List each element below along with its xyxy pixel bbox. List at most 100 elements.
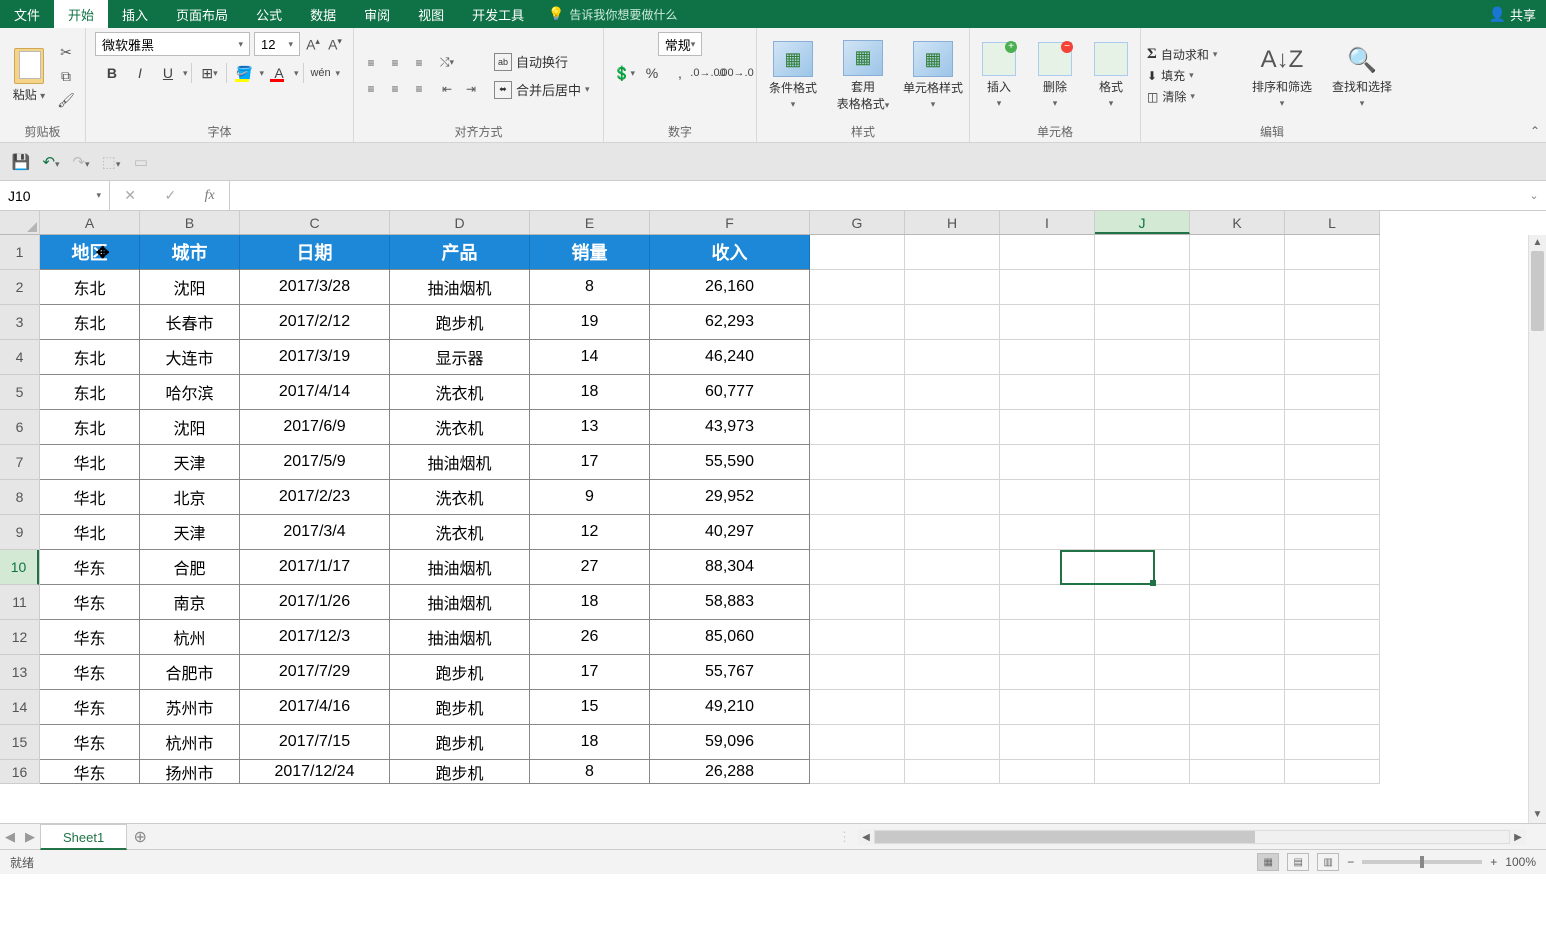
row-header[interactable]: 1 [0, 235, 39, 270]
decrease-font-button[interactable]: A▾ [326, 36, 344, 53]
add-sheet-button[interactable]: ⊕ [127, 827, 153, 847]
cell[interactable] [810, 620, 905, 655]
cell[interactable] [1285, 445, 1380, 480]
cell[interactable]: 2017/1/26 [240, 585, 390, 620]
zoom-out-button[interactable]: − [1347, 855, 1354, 869]
align-left-button[interactable]: ≡ [360, 79, 382, 99]
cell[interactable] [1000, 305, 1095, 340]
font-color-button[interactable]: A [266, 62, 292, 84]
cell[interactable] [810, 305, 905, 340]
cell[interactable] [1000, 690, 1095, 725]
conditional-format-button[interactable]: ▦ 条件格式▾ [763, 41, 823, 110]
cell[interactable]: 2017/4/16 [240, 690, 390, 725]
cell[interactable]: 东北 [40, 305, 140, 340]
row-header[interactable]: 16 [0, 760, 39, 784]
cell[interactable]: 沈阳 [140, 410, 240, 445]
cell[interactable] [810, 515, 905, 550]
currency-button[interactable]: 💲▾ [611, 62, 637, 84]
increase-font-button[interactable]: A▴ [304, 36, 322, 53]
cell[interactable] [1285, 585, 1380, 620]
cell[interactable]: 洗衣机 [390, 410, 530, 445]
cell[interactable]: 58,883 [650, 585, 810, 620]
cell[interactable]: 华北 [40, 445, 140, 480]
cell[interactable] [905, 235, 1000, 270]
cell[interactable] [905, 340, 1000, 375]
cell[interactable]: 2017/3/4 [240, 515, 390, 550]
cell[interactable]: 15 [530, 690, 650, 725]
sheet-nav-prev[interactable]: ◀ [0, 829, 20, 845]
cell[interactable] [905, 305, 1000, 340]
cell[interactable] [1285, 235, 1380, 270]
column-header[interactable]: I [1000, 211, 1095, 234]
tell-me-search[interactable]: 💡 告诉我你想要做什么 [548, 0, 677, 28]
cell[interactable]: 城市 [140, 235, 240, 270]
cell[interactable] [1095, 270, 1190, 305]
cell-grid[interactable]: 地区城市日期产品销量收入东北沈阳2017/3/28抽油烟机826,160东北长春… [40, 235, 1380, 784]
column-header[interactable]: D [390, 211, 530, 234]
cell[interactable]: 洗衣机 [390, 480, 530, 515]
cell[interactable] [1285, 690, 1380, 725]
cell[interactable]: 2017/2/23 [240, 480, 390, 515]
row-header[interactable]: 7 [0, 445, 39, 480]
cell[interactable] [1285, 305, 1380, 340]
cell[interactable]: 2017/1/17 [240, 550, 390, 585]
scrollbar-thumb[interactable] [1531, 251, 1544, 331]
cell[interactable] [810, 655, 905, 690]
cell[interactable] [905, 375, 1000, 410]
menu-tab-开发工具[interactable]: 开发工具 [458, 0, 538, 28]
bold-button[interactable]: B [99, 62, 125, 84]
cell[interactable]: 华东 [40, 585, 140, 620]
column-header[interactable]: J [1095, 211, 1190, 234]
cell[interactable]: 26 [530, 620, 650, 655]
font-name-select[interactable]: 微软雅黑 ▾ [95, 32, 250, 56]
zoom-value[interactable]: 100% [1505, 855, 1536, 869]
column-header[interactable]: G [810, 211, 905, 234]
cell[interactable] [905, 725, 1000, 760]
cell[interactable] [810, 235, 905, 270]
scroll-up-icon[interactable]: ▲ [1529, 235, 1546, 251]
cell[interactable] [1000, 550, 1095, 585]
cell[interactable] [1285, 725, 1380, 760]
orientation-button[interactable]: ⤭▾ [436, 53, 458, 73]
cell[interactable]: 华东 [40, 760, 140, 784]
cell[interactable] [1190, 620, 1285, 655]
insert-cells-button[interactable]: + 插入▾ [976, 42, 1022, 109]
cell[interactable] [1190, 655, 1285, 690]
cell[interactable]: 2017/2/12 [240, 305, 390, 340]
row-header[interactable]: 15 [0, 725, 39, 760]
align-right-button[interactable]: ≡ [408, 79, 430, 99]
column-header[interactable]: B [140, 211, 240, 234]
cell[interactable]: 17 [530, 655, 650, 690]
cell[interactable] [1000, 340, 1095, 375]
cell[interactable]: 27 [530, 550, 650, 585]
row-header[interactable]: 6 [0, 410, 39, 445]
cell[interactable] [1190, 550, 1285, 585]
page-break-view-button[interactable]: ▥ [1317, 853, 1339, 871]
cell[interactable]: 17 [530, 445, 650, 480]
cell[interactable] [1095, 340, 1190, 375]
number-format-select[interactable]: 常规 ▾ [658, 32, 703, 56]
menu-tab-公式[interactable]: 公式 [242, 0, 296, 28]
cell[interactable]: 抽油烟机 [390, 445, 530, 480]
cell[interactable] [810, 270, 905, 305]
scroll-right-icon[interactable]: ▶ [1510, 832, 1526, 843]
find-select-button[interactable]: 🔍 查找和选择▾ [1327, 42, 1397, 109]
cell[interactable]: 华东 [40, 725, 140, 760]
row-headers[interactable]: 12345678910111213141516 [0, 235, 40, 784]
column-headers[interactable]: ABCDEFGHIJKL [40, 211, 1380, 235]
cell[interactable] [1000, 515, 1095, 550]
redo-button[interactable]: ↷▾ [70, 153, 92, 171]
cell[interactable] [1095, 445, 1190, 480]
cell[interactable] [810, 550, 905, 585]
menu-tab-审阅[interactable]: 审阅 [350, 0, 404, 28]
cell[interactable]: 跑步机 [390, 655, 530, 690]
delete-cells-button[interactable]: − 删除▾ [1032, 42, 1078, 109]
cell[interactable]: 杭州市 [140, 725, 240, 760]
cell[interactable] [1190, 235, 1285, 270]
cell[interactable] [1000, 760, 1095, 784]
cell[interactable] [810, 375, 905, 410]
cell[interactable]: 扬州市 [140, 760, 240, 784]
fill-color-button[interactable]: 🪣 [231, 62, 257, 84]
chevron-down-icon[interactable]: ▾ [183, 68, 188, 79]
menu-tab-页面布局[interactable]: 页面布局 [162, 0, 242, 28]
